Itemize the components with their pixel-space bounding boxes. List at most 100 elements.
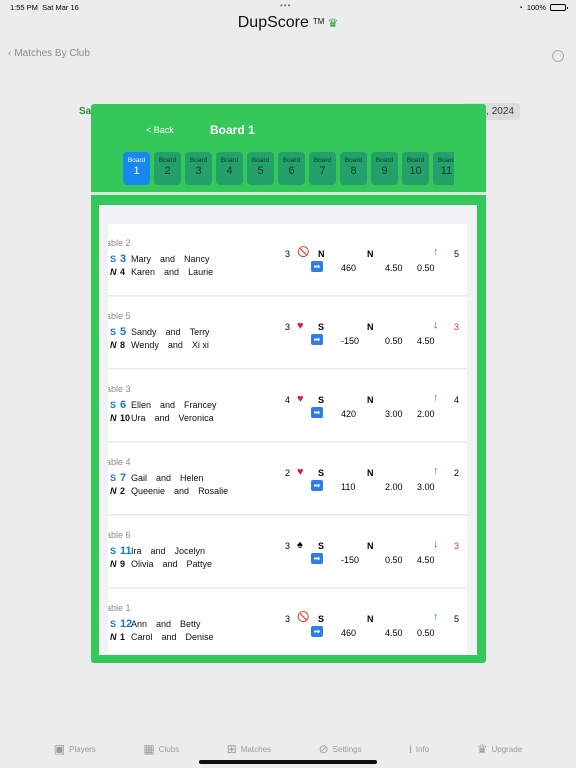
and-label: and	[154, 413, 170, 423]
ew-player-1: Wendy	[131, 340, 159, 350]
score: 110	[341, 482, 356, 492]
ns-matchpoints: 4.50	[385, 263, 403, 273]
arrow-down-icon: ↓	[433, 319, 439, 331]
ew-direction: N	[110, 486, 117, 496]
result-row[interactable]: able 2 S 3 Mary and Nancy N 4 Karen and Laurie 3 🚫 N ➡…	[108, 224, 467, 296]
tab-label: Players	[69, 744, 96, 754]
ns-player-1: Gail	[131, 473, 148, 483]
tab-info[interactable]: i Info	[409, 730, 429, 768]
ew-player-1: Carol	[131, 632, 153, 642]
ns-player-1: Ellen	[131, 400, 152, 410]
ew-matchpoints: 3.00	[417, 482, 435, 492]
opening-lead-icon: ➡	[311, 553, 323, 564]
ew-player-1: Olivia	[131, 559, 154, 569]
board-chip-label: Board	[375, 157, 394, 164]
wifi-icon: ◔	[518, 3, 523, 12]
and-label: and	[160, 400, 176, 410]
tab-upgrade[interactable]: ♛ Upgrade	[477, 730, 522, 768]
ew-pair: N 9 Olivia and Pattye	[110, 559, 212, 569]
board-chip-1[interactable]: Board 1	[123, 152, 150, 185]
board-chip-7[interactable]: Board 7	[309, 152, 336, 185]
ns-direction: S	[110, 619, 117, 629]
and-label: and	[167, 340, 183, 350]
clubs-icon: ▦	[143, 742, 155, 756]
heart-suit-icon: ♥	[297, 393, 304, 405]
and-label: and	[150, 546, 166, 556]
ew-matchpoints: 4.50	[417, 555, 435, 565]
tab-label: Info	[415, 744, 430, 754]
and-label: and	[161, 632, 177, 642]
ew-direction: N	[110, 632, 117, 642]
board-chip-number: 8	[350, 165, 357, 177]
ew-pair-number: 2	[120, 486, 126, 496]
ew-pair-number: 4	[120, 267, 126, 277]
board-chip-11[interactable]: Board 11	[433, 152, 454, 185]
multitasking-dots-icon[interactable]: •••	[280, 1, 291, 10]
board-chip-5[interactable]: Board 5	[247, 152, 274, 185]
board-chip-9[interactable]: Board 9	[371, 152, 398, 185]
result-row[interactable]: able 4 S 7 Gail and Helen N 2 Queenie and Rosalie 2…	[108, 443, 467, 515]
result-row[interactable]: able 5 S 5 Sandy and Terry N 8 Wendy and Xi xi 3 ♥ S ➡…	[108, 297, 467, 369]
board-chip-label: Board	[406, 157, 425, 164]
opening-lead-icon: ➡	[311, 334, 323, 345]
tab-clubs[interactable]: ▦ Clubs	[143, 730, 179, 768]
board-chip-3[interactable]: Board 3	[185, 152, 212, 185]
declarer: N	[318, 249, 325, 259]
opening-lead-icon: ➡	[311, 407, 323, 418]
board-chip-number: 4	[226, 165, 233, 177]
info-icon: i	[409, 742, 412, 756]
ew-player-1: Queenie	[131, 486, 166, 496]
ew-direction: N	[110, 267, 117, 277]
and-label: and	[165, 327, 181, 337]
players-icon: ▣	[53, 742, 66, 756]
declarer: S	[318, 468, 325, 478]
board-chip-number: 7	[319, 165, 326, 177]
ew-player-2: Denise	[185, 632, 214, 642]
results-list[interactable]: able 2 S 3 Mary and Nancy N 4 Karen and Laurie 3 🚫 N ➡…	[99, 205, 477, 655]
crown-icon: ♛	[327, 16, 339, 30]
board-chip-number: 6	[288, 165, 295, 177]
score: -150	[341, 555, 360, 565]
board-chip-4[interactable]: Board 4	[216, 152, 243, 185]
result-row[interactable]: able 1 S 12 Ann and Betty N 1 Carol and Denise 3 🚫 S ➡…	[108, 589, 467, 655]
ns-player-1: Sandy	[131, 327, 157, 337]
home-indicator[interactable]	[199, 760, 377, 764]
ns-direction: S	[110, 546, 117, 556]
ew-player-2: Laurie	[188, 267, 214, 277]
arrow-up-icon: ↑	[433, 392, 439, 404]
and-label: and	[162, 559, 178, 569]
table-label: able 6	[108, 530, 131, 540]
tab-players[interactable]: ▣ Players	[54, 730, 96, 768]
result-row[interactable]: able 6 S 11 Ira and Jocelyn N 9 Olivia and Pattye 3…	[108, 516, 467, 588]
board-chip-8[interactable]: Board 8	[340, 152, 367, 185]
ew-player-2: Pattye	[186, 559, 213, 569]
ew-player-1: Karen	[131, 267, 156, 277]
result-row[interactable]: able 3 S 6 Ellen and Francey N 10 Ura and Veronica…	[108, 370, 467, 442]
board-chip-2[interactable]: Board 2	[154, 152, 181, 185]
opening-lead-icon: ➡	[311, 261, 323, 272]
more-options-icon[interactable]: ···	[552, 50, 564, 62]
tab-label: Settings	[332, 744, 362, 754]
app-title: DupScore TM ♛	[0, 14, 576, 32]
ns-matchpoints: 3.00	[385, 409, 403, 419]
board-selector[interactable]: Board 1 Board 2 Board 3 Board 4 Board 5 Board 6 Boar…	[123, 152, 454, 185]
ns-pair-number: 11	[120, 545, 132, 557]
score: 420	[341, 409, 357, 419]
back-to-matches-button[interactable]: ‹ Matches By Club	[8, 48, 90, 59]
ns-pair: S 12 Ann and Betty	[110, 618, 201, 630]
board-chip-6[interactable]: Board 6	[278, 152, 305, 185]
arrow-up-icon: ↑	[433, 611, 439, 623]
contract-level: 3	[285, 614, 291, 624]
ns-pair-number: 12	[120, 618, 133, 630]
board-chip-10[interactable]: Board 10	[402, 152, 429, 185]
ns-pair-number: 6	[120, 399, 127, 411]
ew-matchpoints: 0.50	[417, 263, 435, 273]
arrow-down-icon: ↓	[433, 538, 439, 550]
opening-lead-icon: ➡	[311, 480, 323, 491]
direction-header: N	[367, 249, 374, 259]
modal-back-button[interactable]: < Back	[146, 125, 174, 135]
score: -150	[341, 336, 360, 346]
ew-pair: N 2 Queenie and Rosalie	[110, 486, 228, 496]
board-chip-label: Board	[158, 157, 177, 164]
board-chip-number: 3	[195, 165, 202, 177]
